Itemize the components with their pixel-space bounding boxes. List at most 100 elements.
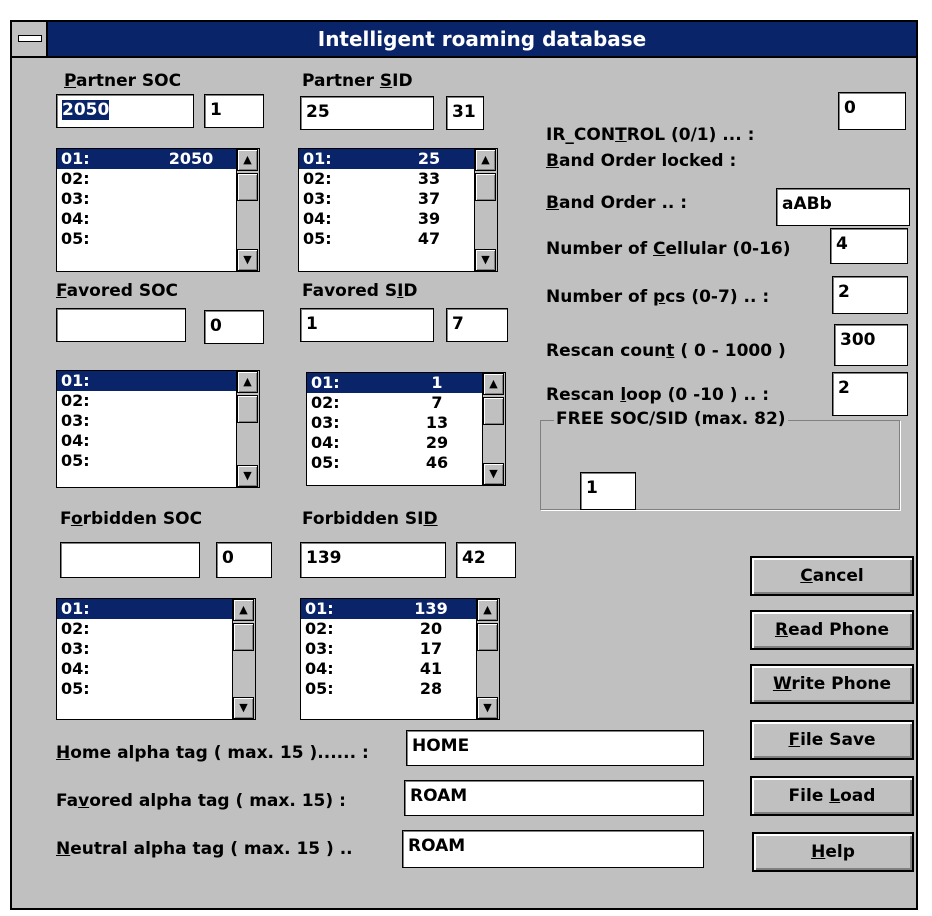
list-item-value: 139 [414,599,448,618]
list-item[interactable]: 03: [57,639,233,659]
list-item[interactable]: 04: 41 [301,659,477,679]
list-item-value: 39 [417,209,441,228]
down-arrow-icon[interactable]: ▼ [477,697,498,719]
list-item[interactable]: 01: 1 [307,373,483,393]
list-item[interactable]: 03: 13 [307,413,483,433]
down-arrow-icon[interactable]: ▼ [237,249,258,271]
list-item-value: 41 [419,659,443,678]
list-item[interactable]: 01: [57,599,233,619]
favored-sid-label: Favored SID [302,281,418,301]
write-phone-button[interactable]: Write Phone [750,664,914,704]
neutral-tag-input[interactable]: ROAM [402,830,704,868]
band-order-label: Band Order .. : [546,193,688,213]
up-arrow-icon[interactable]: ▲ [237,371,258,393]
down-arrow-icon[interactable]: ▼ [483,463,504,485]
list-item[interactable]: 01: [57,371,237,391]
list-item[interactable]: 05: 46 [307,453,483,473]
scrollbar-thumb[interactable] [237,395,258,423]
favored-sid-input[interactable]: 1 [300,308,434,342]
favored-sid-count[interactable]: 7 [446,308,508,342]
favored-soc-count[interactable]: 0 [204,310,264,344]
partner-sid-list[interactable]: 01: 25 02: 33 03: 37 04: 39 05: 47 ▲ ▼ [298,148,498,272]
band-order-input[interactable]: aABb [776,188,910,226]
ir-control-input[interactable]: 0 [838,92,906,130]
read-phone-button[interactable]: Read Phone [750,610,914,650]
down-arrow-icon[interactable]: ▼ [237,465,258,487]
cancel-button[interactable]: Cancel [750,556,914,596]
scrollbar[interactable]: ▲ ▼ [476,599,499,719]
up-arrow-icon[interactable]: ▲ [475,149,496,171]
list-item[interactable]: 01: 139 [301,599,477,619]
favored-soc-list[interactable]: 01: 02: 03: 04: 05: ▲ ▼ [56,370,260,488]
list-item-value: 33 [417,169,441,188]
scrollbar[interactable]: ▲ ▼ [232,599,255,719]
down-arrow-icon[interactable]: ▼ [475,249,496,271]
list-item[interactable]: 05: [57,229,237,249]
home-tag-input[interactable]: HOME [406,730,704,766]
list-item[interactable]: 03: 17 [301,639,477,659]
favored-sid-list[interactable]: 01: 1 02: 7 03: 13 04: 29 05: 46 ▲ ▼ [306,372,506,486]
rescan-count-label: Rescan count ( 0 - 1000 ) [546,341,786,361]
rescan-loop-input[interactable]: 2 [832,372,908,416]
up-arrow-icon[interactable]: ▲ [477,599,498,621]
list-item[interactable]: 04: [57,431,237,451]
list-item[interactable]: 02: [57,169,237,189]
scrollbar[interactable]: ▲ ▼ [474,149,497,271]
list-item[interactable]: 03: 37 [299,189,475,209]
list-item[interactable]: 04: 39 [299,209,475,229]
list-item-value: 37 [417,189,441,208]
forbidden-soc-input[interactable] [60,542,200,578]
partner-sid-input[interactable]: 25 [300,96,434,130]
list-item[interactable]: 02: [57,619,233,639]
list-item[interactable]: 05: [57,451,237,471]
scrollbar-thumb[interactable] [483,397,504,425]
list-item[interactable]: 02: [57,391,237,411]
free-soc-sid-input[interactable]: 1 [580,472,636,510]
scrollbar[interactable]: ▲ ▼ [482,373,505,485]
rescan-count-input[interactable]: 300 [834,324,908,366]
up-arrow-icon[interactable]: ▲ [483,373,504,395]
list-item[interactable]: 04: [57,659,233,679]
list-item[interactable]: 04: [57,209,237,229]
list-item[interactable]: 02: 7 [307,393,483,413]
list-item-index: 05: [305,679,334,698]
forbidden-soc-count[interactable]: 0 [216,542,272,578]
forbidden-sid-count[interactable]: 42 [456,542,516,578]
list-item[interactable]: 03: [57,189,237,209]
list-item[interactable]: 04: 29 [307,433,483,453]
list-item[interactable]: 05: 28 [301,679,477,699]
list-item[interactable]: 01: 25 [299,149,475,169]
file-load-button[interactable]: File Load [750,776,914,816]
list-item[interactable]: 03: [57,411,237,431]
scrollbar-thumb[interactable] [475,173,496,201]
list-item-index: 05: [311,453,340,472]
scrollbar-thumb[interactable] [237,173,258,201]
partner-soc-list[interactable]: 01: 2050 02: 03: 04: 05: ▲ ▼ [56,148,260,272]
up-arrow-icon[interactable]: ▲ [233,599,254,621]
scrollbar-thumb[interactable] [233,623,254,651]
list-item[interactable]: 02: 20 [301,619,477,639]
list-item[interactable]: 05: 47 [299,229,475,249]
list-item[interactable]: 05: [57,679,233,699]
partner-soc-input[interactable]: 2050 [56,94,194,128]
system-menu-button[interactable] [12,22,48,56]
favored-soc-input[interactable] [56,308,186,342]
favored-tag-input[interactable]: ROAM [404,780,704,816]
forbidden-sid-list[interactable]: 01: 139 02: 20 03: 17 04: 41 05: 28 ▲ ▼ [300,598,500,720]
file-save-button[interactable]: File Save [750,720,914,760]
forbidden-soc-label: Forbidden SOC [60,509,203,529]
pcs-input[interactable]: 2 [832,276,908,314]
scrollbar[interactable]: ▲ ▼ [236,371,259,487]
forbidden-sid-input[interactable]: 139 [300,542,446,578]
list-item[interactable]: 02: 33 [299,169,475,189]
scrollbar-thumb[interactable] [477,623,498,651]
partner-soc-count[interactable]: 1 [204,94,264,128]
help-button[interactable]: Help [752,832,914,872]
forbidden-soc-list[interactable]: 01: 02: 03: 04: 05: ▲ ▼ [56,598,256,720]
scrollbar[interactable]: ▲ ▼ [236,149,259,271]
partner-sid-count[interactable]: 31 [446,96,484,130]
down-arrow-icon[interactable]: ▼ [233,697,254,719]
up-arrow-icon[interactable]: ▲ [237,149,258,171]
cellular-input[interactable]: 4 [830,228,908,264]
list-item[interactable]: 01: 2050 [57,149,237,169]
